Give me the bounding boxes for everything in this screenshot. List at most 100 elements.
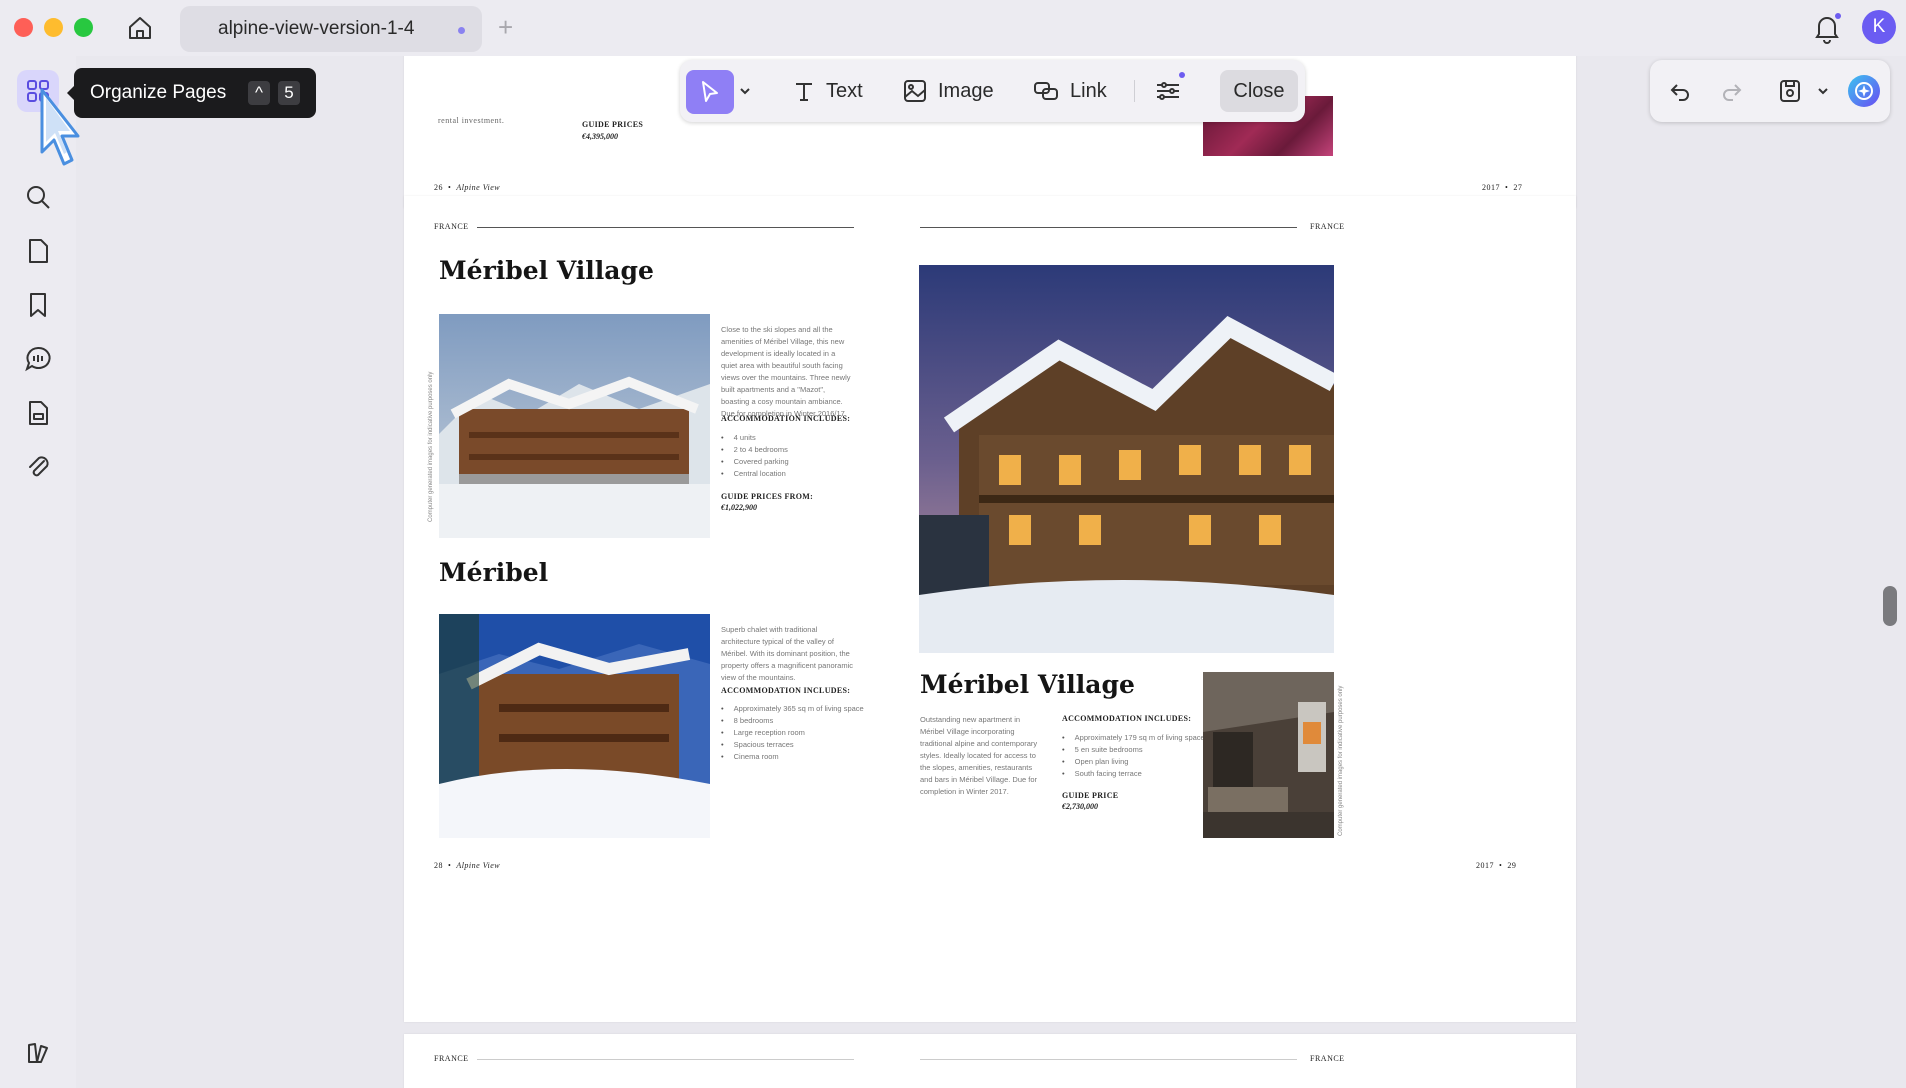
search-button[interactable] bbox=[17, 176, 59, 218]
text-icon bbox=[796, 83, 812, 101]
shortcut-key: 5 bbox=[278, 81, 300, 105]
home-icon bbox=[129, 17, 151, 39]
list-item: Central location bbox=[721, 468, 789, 480]
year: 2017 bbox=[1482, 183, 1500, 192]
home-button[interactable] bbox=[123, 12, 157, 44]
chalet-photo bbox=[439, 614, 710, 838]
divider-line bbox=[920, 1059, 1297, 1060]
accommodation-heading: ACCOMMODATION INCLUDES: bbox=[1062, 714, 1192, 723]
year: 2017 bbox=[1476, 861, 1494, 870]
disclaimer-text: Computer generated images for indicative… bbox=[1338, 685, 1344, 836]
attachments-button[interactable] bbox=[17, 446, 59, 488]
forms-button[interactable] bbox=[17, 392, 59, 434]
list-item: Approximately 365 sq m of living space bbox=[721, 703, 864, 715]
close-window-button[interactable] bbox=[14, 18, 33, 37]
history-toolbar bbox=[1650, 60, 1890, 122]
text-tool-button[interactable]: Text bbox=[792, 70, 863, 112]
country-label-left: FRANCE bbox=[434, 1054, 469, 1063]
new-tab-button[interactable]: + bbox=[498, 12, 513, 42]
document-canvas[interactable]: rental investment. GUIDE PRICES €4,395,0… bbox=[76, 56, 1906, 1088]
list-item: Cinema room bbox=[721, 751, 864, 763]
select-tool-button[interactable] bbox=[686, 70, 734, 114]
accommodation-list: 4 units 2 to 4 bedrooms Covered parking … bbox=[721, 432, 789, 480]
undo-icon bbox=[1670, 84, 1689, 101]
property-description: Outstanding new apartment in Méribel Vil… bbox=[920, 715, 1038, 796]
text-tool-label: Text bbox=[826, 79, 863, 102]
title-bar: alpine-view-version-1-4 + K bbox=[0, 0, 1906, 56]
close-edit-button[interactable]: Close bbox=[1220, 70, 1298, 112]
themes-button[interactable] bbox=[17, 1032, 59, 1074]
property-description: Close to the ski slopes and all the amen… bbox=[721, 325, 851, 418]
search-icon bbox=[27, 186, 50, 209]
sliders-icon bbox=[1157, 82, 1179, 100]
properties-button[interactable] bbox=[1154, 70, 1185, 112]
edit-toolbar: Text Image Link Close bbox=[680, 60, 1305, 122]
chalet-hero-photo bbox=[919, 265, 1334, 653]
maximize-window-button[interactable] bbox=[74, 18, 93, 37]
link-icon bbox=[1034, 82, 1058, 100]
page-28-29: FRANCE FRANCE Méribel Village Computer g… bbox=[404, 196, 1576, 1022]
ai-assistant-button[interactable] bbox=[1846, 70, 1882, 112]
pages-button[interactable] bbox=[17, 230, 59, 272]
chevron-down-icon bbox=[1818, 88, 1828, 95]
redo-icon bbox=[1723, 84, 1742, 101]
comments-button[interactable] bbox=[17, 338, 59, 380]
toolbar-divider bbox=[1134, 80, 1135, 102]
list-item: South facing terrace bbox=[1062, 768, 1205, 780]
organize-pages-tooltip: Organize Pages ^ 5 bbox=[67, 68, 316, 118]
redo-button[interactable] bbox=[1720, 70, 1744, 112]
chalet-photo bbox=[439, 314, 710, 538]
country-label-left: FRANCE bbox=[434, 222, 469, 231]
page-footer-left: 26 • Alpine View bbox=[434, 183, 501, 192]
guide-prices-label: GUIDE PRICES FROM: bbox=[721, 492, 814, 501]
page-footer-left: 28 • Alpine View bbox=[434, 861, 501, 870]
unsaved-dot bbox=[458, 27, 465, 34]
undo-button[interactable] bbox=[1668, 70, 1692, 112]
bookmarks-button[interactable] bbox=[17, 284, 59, 326]
minimize-window-button[interactable] bbox=[44, 18, 63, 37]
disclaimer-text: Computer generated images for indicative… bbox=[428, 371, 434, 522]
save-options-dropdown[interactable] bbox=[1816, 70, 1830, 112]
list-item: 2 to 4 bedrooms bbox=[721, 444, 789, 456]
shortcut-modifier-key: ^ bbox=[248, 81, 270, 105]
list-item: Approximately 179 sq m of living space bbox=[1062, 732, 1205, 744]
link-tool-label: Link bbox=[1070, 79, 1107, 102]
image-tool-button[interactable]: Image bbox=[902, 70, 994, 112]
publication-name: Alpine View bbox=[456, 861, 501, 870]
left-sidebar bbox=[0, 56, 76, 1088]
image-tool-label: Image bbox=[938, 79, 994, 102]
comment-icon bbox=[25, 346, 51, 372]
bookmark-icon bbox=[30, 293, 46, 317]
property-title: Méribel Village bbox=[439, 256, 654, 285]
page-text-snippet: rental investment. bbox=[438, 116, 505, 125]
tab-title: alpine-view-version-1-4 bbox=[218, 18, 415, 39]
country-label-right: FRANCE bbox=[1310, 222, 1345, 231]
accommodation-heading: ACCOMMODATION INCLUDES: bbox=[721, 414, 851, 423]
property-title: Méribel bbox=[439, 558, 549, 587]
tooltip-label: Organize Pages bbox=[90, 82, 227, 103]
vertical-scrollbar[interactable] bbox=[1883, 586, 1897, 626]
accommodation-list: Approximately 179 sq m of living space 5… bbox=[1062, 732, 1205, 780]
page-icon bbox=[29, 239, 48, 263]
document-tab[interactable]: alpine-view-version-1-4 bbox=[180, 6, 482, 52]
user-avatar[interactable]: K bbox=[1862, 10, 1896, 44]
page-footer-right: 2017 • 27 bbox=[1482, 183, 1523, 192]
list-item: Large reception room bbox=[721, 727, 864, 739]
save-button[interactable] bbox=[1778, 70, 1802, 112]
guide-prices-label: GUIDE PRICES bbox=[582, 120, 644, 129]
page-number: 27 bbox=[1513, 183, 1523, 192]
divider-line bbox=[920, 227, 1297, 228]
guide-price-value: €1,022,900 bbox=[721, 503, 757, 512]
list-item: Open plan living bbox=[1062, 756, 1205, 768]
page-30-31: FRANCE FRANCE bbox=[404, 1034, 1576, 1088]
palette-icon bbox=[28, 1043, 48, 1063]
guide-price-value: €2,730,000 bbox=[1062, 802, 1098, 811]
list-item: Covered parking bbox=[721, 456, 789, 468]
save-icon bbox=[1780, 80, 1800, 102]
property-title: Méribel Village bbox=[920, 670, 1135, 699]
link-tool-button[interactable]: Link bbox=[1032, 70, 1107, 112]
properties-indicator-dot bbox=[1179, 72, 1185, 78]
notification-badge bbox=[1835, 13, 1841, 19]
divider-line bbox=[477, 1059, 854, 1060]
select-tool-dropdown[interactable] bbox=[738, 70, 752, 112]
